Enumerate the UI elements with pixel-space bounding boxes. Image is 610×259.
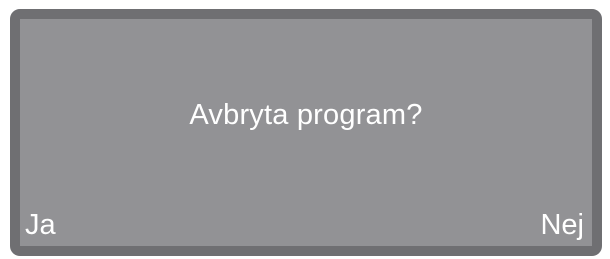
cancel-program-prompt: Avbryta program? <box>189 99 423 131</box>
yes-option[interactable]: Ja <box>25 209 56 242</box>
no-option[interactable]: Nej <box>540 209 584 242</box>
display-screen: Avbryta program? Ja Nej <box>10 9 602 256</box>
